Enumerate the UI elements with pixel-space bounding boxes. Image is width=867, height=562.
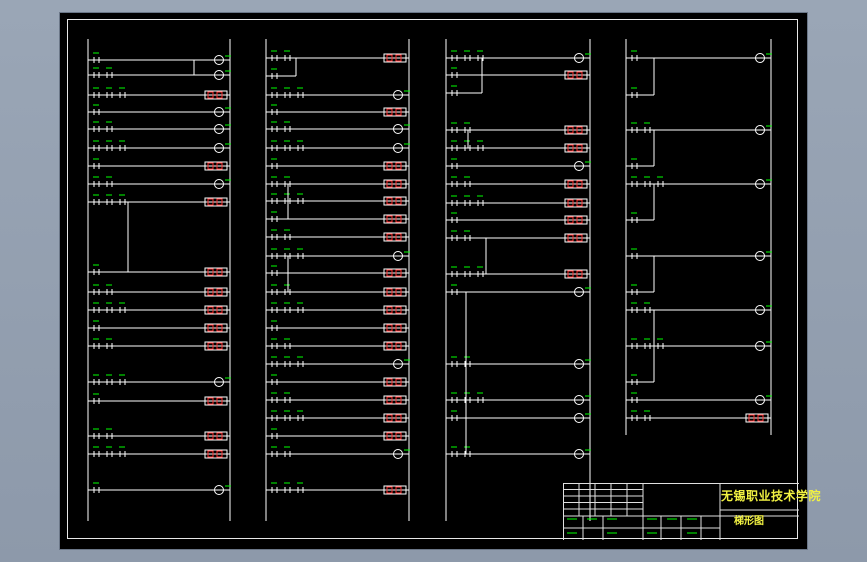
ladder-diagram xyxy=(87,39,799,540)
drawing-title: 梯形图 xyxy=(734,516,764,527)
drawing-sheet: 无锡职业技术学院 梯形图 xyxy=(60,13,821,549)
school-name: 无锡职业技术学院 xyxy=(721,489,822,503)
